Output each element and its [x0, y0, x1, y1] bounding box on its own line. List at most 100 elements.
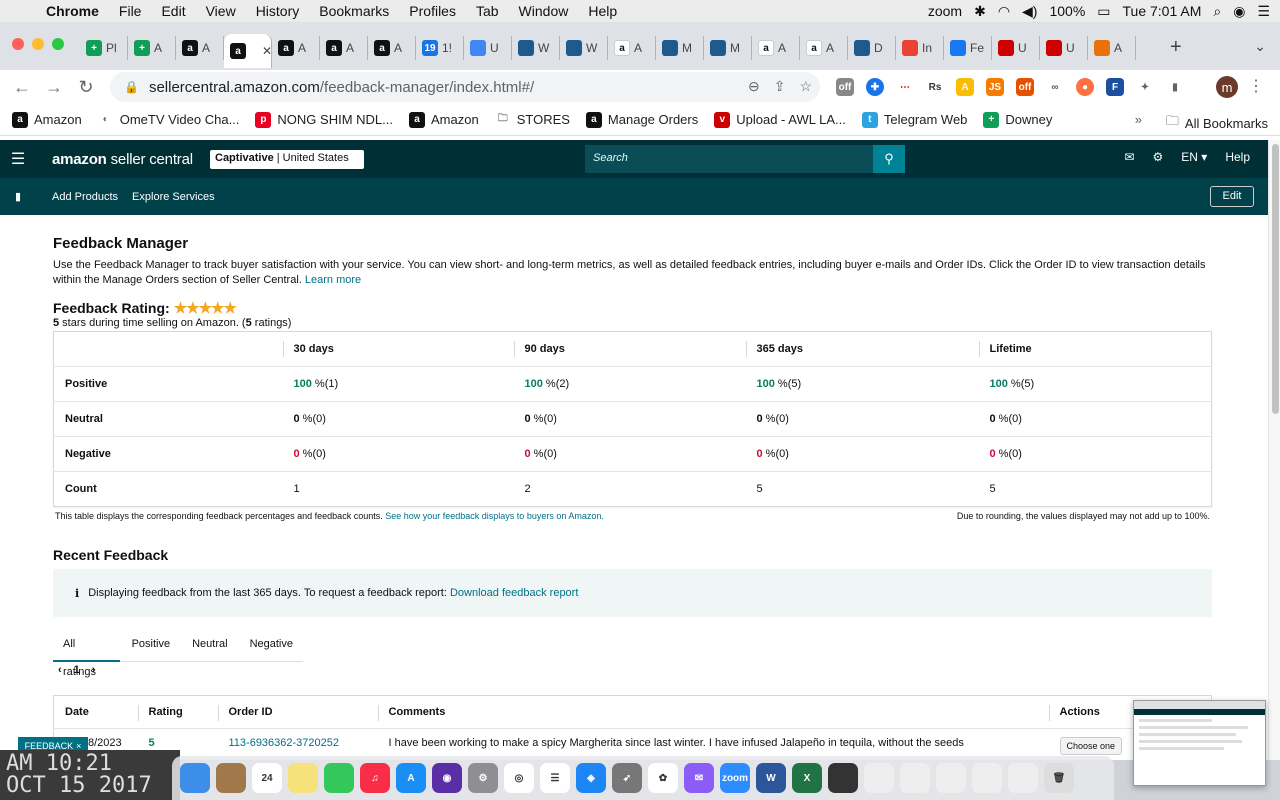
bluetooth-icon[interactable]: ✱ [974, 3, 986, 20]
next-page-chevron-icon[interactable]: › [92, 664, 96, 676]
extension-orange-circle-icon[interactable]: ● [1076, 78, 1094, 96]
action-select[interactable]: Choose one [1059, 737, 1123, 755]
menubar-clock[interactable]: Tue 7:01 AM [1123, 3, 1202, 19]
side-panel-icon[interactable]: ▮ [1166, 78, 1184, 96]
zoom-icon[interactable]: zoom [720, 763, 750, 793]
maximize-window-button[interactable] [52, 38, 64, 50]
share-icon[interactable]: ⇪ [774, 78, 786, 95]
extension-rs-icon[interactable]: Rs [926, 78, 944, 96]
search-button[interactable]: ⚲ [873, 145, 905, 173]
extension-off-icon[interactable]: off [836, 78, 854, 96]
calendar-icon[interactable]: 24 [252, 763, 282, 793]
new-tab-button[interactable]: + [1170, 36, 1182, 59]
menu-bookmarks[interactable]: Bookmarks [309, 3, 399, 19]
all-bookmarks-folder[interactable]: 🗀 All Bookmarks [1166, 112, 1268, 134]
bookmark-item[interactable]: 🗀 STORES [495, 112, 570, 128]
bookmark-icon[interactable]: ▮ [0, 190, 36, 203]
order-id-link[interactable]: 113-6936362-3720252 [229, 737, 340, 749]
minimize-window-button[interactable] [32, 38, 44, 50]
facetime-icon[interactable] [324, 763, 354, 793]
nav-add-products[interactable]: Add Products [52, 191, 118, 203]
spotlight-search-icon[interactable]: ⌕ [1213, 3, 1221, 20]
more-bookmarks-chevron-icon[interactable]: » [1135, 112, 1142, 127]
zoom-status[interactable]: zoom [928, 3, 962, 19]
document-icon[interactable] [900, 763, 930, 793]
document-icon[interactable] [972, 763, 1002, 793]
menu-edit[interactable]: Edit [151, 3, 195, 19]
battery-percent[interactable]: 100% [1049, 3, 1085, 19]
menu-app-name[interactable]: Chrome [36, 3, 109, 19]
bookmark-item[interactable]: p NONG SHIM NDL... [255, 111, 393, 128]
bookmark-item[interactable]: t Telegram Web [861, 111, 967, 128]
menu-view[interactable]: View [196, 3, 246, 19]
tab-all-ratings[interactable]: All ratings [53, 630, 120, 678]
language-selector[interactable]: EN ▾ [1181, 150, 1207, 164]
close-tab-icon[interactable]: ✕ [262, 44, 271, 58]
help-link[interactable]: Help [1225, 150, 1250, 164]
page-scrollbar[interactable] [1268, 140, 1280, 760]
safari-icon[interactable]: ◈ [576, 763, 606, 793]
browser-tab[interactable]: U [1040, 36, 1088, 60]
learn-more-link[interactable]: Learn more [305, 274, 361, 286]
printer-icon[interactable] [828, 763, 858, 793]
bookmark-item[interactable]: + Downey [983, 111, 1052, 128]
browser-tab[interactable]: D [848, 36, 896, 60]
tab-neutral[interactable]: Neutral [182, 630, 237, 662]
word-icon[interactable]: W [756, 763, 786, 793]
messenger-icon[interactable]: ✉ [684, 763, 714, 793]
browser-tab[interactable]: aA [608, 36, 656, 60]
back-arrow-icon[interactable]: ← [6, 77, 38, 98]
extension-link-icon[interactable]: ∞ [1046, 78, 1064, 96]
browser-tab[interactable]: aA [176, 36, 224, 60]
extensions-puzzle-icon[interactable]: ✦ [1136, 78, 1154, 96]
tab-search-chevron-icon[interactable]: ⌄ [1254, 38, 1266, 55]
see-buyer-display-link[interactable]: See how your feedback displays to buyers… [385, 511, 604, 521]
browser-tab[interactable]: M [656, 36, 704, 60]
search-input[interactable]: Search [585, 145, 873, 173]
browser-tab[interactable]: U [464, 36, 512, 60]
bookmark-item[interactable]: v Upload - AWL LA... [714, 111, 846, 128]
reload-icon[interactable]: ↻ [70, 77, 102, 98]
menu-history[interactable]: History [246, 3, 310, 19]
close-window-button[interactable] [12, 38, 24, 50]
browser-tab[interactable]: In [896, 36, 944, 60]
stickies-icon[interactable] [288, 763, 318, 793]
current-page[interactable]: 1 [74, 664, 80, 676]
browser-tab[interactable]: + A [128, 36, 176, 60]
extension-red-icon[interactable]: ⋯ [896, 78, 914, 96]
zoom-magnifier-icon[interactable]: ⊖ [748, 78, 760, 95]
reminders-icon[interactable]: ☰ [540, 763, 570, 793]
seller-central-logo[interactable]: amazon seller central [52, 151, 193, 168]
download-feedback-report-link[interactable]: Download feedback report [450, 587, 578, 599]
finder-icon[interactable] [180, 763, 210, 793]
tab-negative[interactable]: Negative [240, 630, 303, 662]
app-store-icon[interactable]: A [396, 763, 426, 793]
browser-tab[interactable]: W [512, 36, 560, 60]
browser-tab[interactable]: M [704, 36, 752, 60]
document-icon[interactable] [864, 763, 894, 793]
browser-tab[interactable]: + Pl [80, 36, 128, 60]
menu-file[interactable]: File [109, 3, 152, 19]
browser-tab[interactable]: W [560, 36, 608, 60]
music-icon[interactable]: ♫ [360, 763, 390, 793]
bookmark-item[interactable]: a Amazon [409, 111, 479, 128]
browser-tab[interactable]: aA [752, 36, 800, 60]
scrollbar-thumb[interactable] [1272, 144, 1279, 414]
wifi-icon[interactable]: ◠ [998, 3, 1010, 20]
browser-tab[interactable]: Fe [944, 36, 992, 60]
browser-tab[interactable]: aA [320, 36, 368, 60]
extension-orange-off-icon[interactable]: off [1016, 78, 1034, 96]
trash-icon[interactable]: 🗑 [1044, 763, 1074, 793]
forward-arrow-icon[interactable]: → [38, 77, 70, 98]
siri-icon[interactable]: ◉ [432, 763, 462, 793]
hamburger-menu-icon[interactable]: ☰ [0, 149, 36, 169]
chrome-icon[interactable]: ◎ [504, 763, 534, 793]
system-preferences-icon[interactable]: ⚙ [468, 763, 498, 793]
browser-tab[interactable]: A [1088, 36, 1136, 60]
browser-tab[interactable]: 19 1! [416, 36, 464, 60]
siri-icon[interactable]: ◉ [1233, 3, 1245, 20]
prev-page-chevron-icon[interactable]: ‹ [58, 664, 62, 676]
store-selector[interactable]: Captivative | United States [210, 150, 364, 169]
photos-icon[interactable]: ✿ [648, 763, 678, 793]
menu-profiles[interactable]: Profiles [399, 3, 466, 19]
